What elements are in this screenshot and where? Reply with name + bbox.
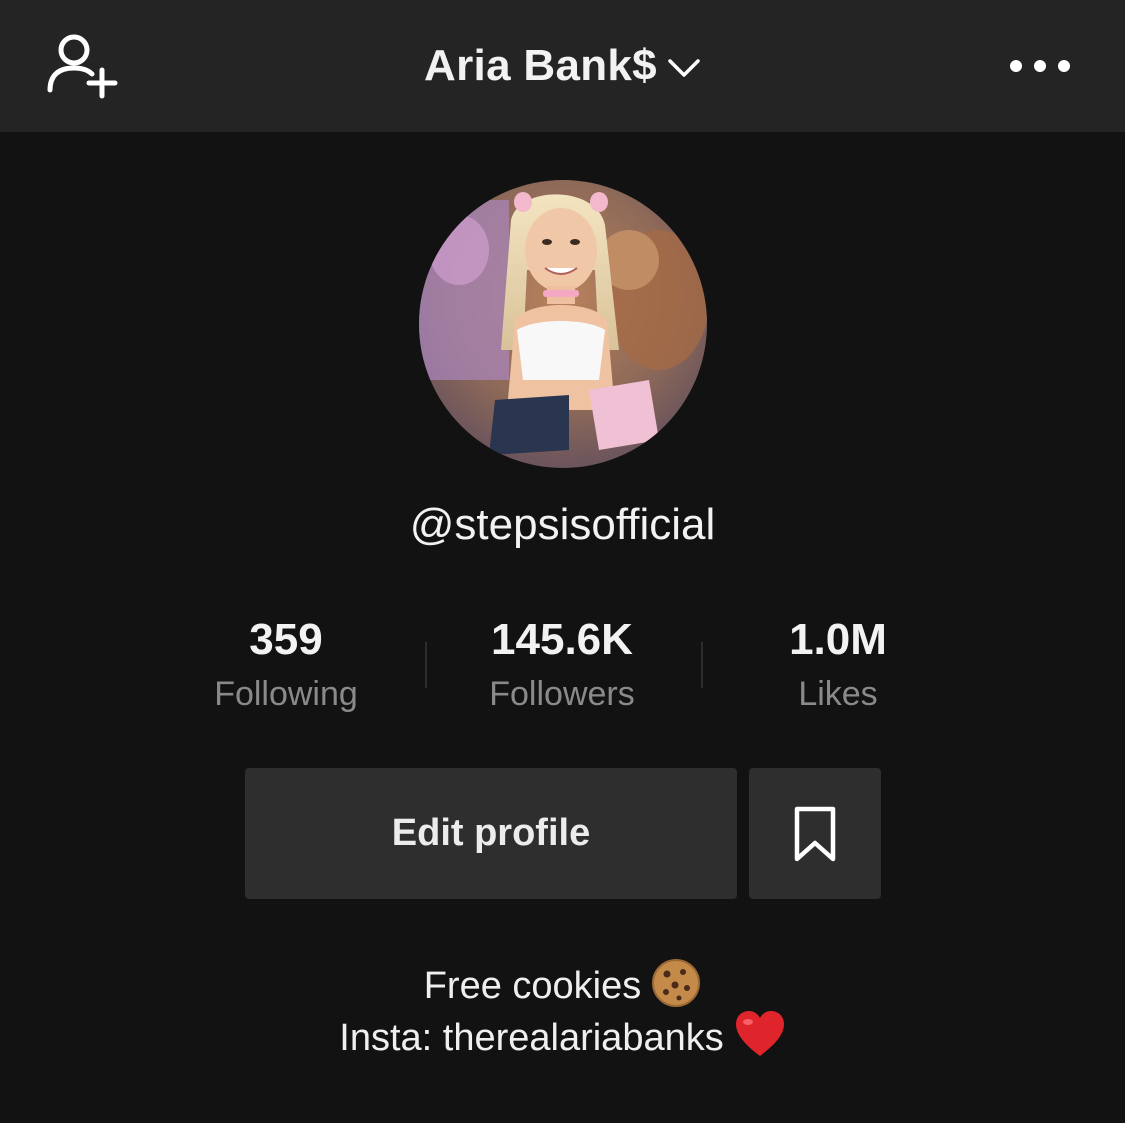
account-title[interactable]: Aria Bank$: [424, 41, 657, 91]
bookmark-icon: [794, 806, 836, 861]
favorites-button[interactable]: [749, 768, 881, 899]
stat-following-value: 359: [249, 615, 323, 664]
bio-text: Insta: therealariabanks: [339, 1017, 724, 1060]
stat-divider: [701, 642, 703, 688]
profile-avatar[interactable]: [419, 180, 707, 468]
edit-profile-label: Edit profile: [391, 812, 591, 854]
chevron-down-icon[interactable]: [667, 56, 701, 80]
bio-line: Free cookies: [0, 958, 1125, 1018]
stat-followers[interactable]: 145.6K Followers: [442, 612, 682, 722]
cookie-emoji: [651, 958, 701, 1018]
stat-likes-label: Likes: [798, 675, 878, 713]
edit-profile-button[interactable]: Edit profile: [245, 768, 737, 899]
stat-followers-value: 145.6K: [491, 615, 633, 664]
account-switcher[interactable]: Aria Bank$: [0, 36, 1125, 96]
stat-likes[interactable]: 1.0M Likes: [718, 612, 958, 722]
red-heart-emoji: [734, 1010, 786, 1070]
stat-following-label: Following: [214, 675, 358, 713]
stat-likes-value: 1.0M: [789, 615, 887, 664]
stat-following[interactable]: 359 Following: [166, 612, 406, 722]
stat-followers-label: Followers: [489, 675, 635, 713]
top-bar: Aria Bank$: [0, 0, 1125, 132]
username-handle: @stepsisofficial: [409, 500, 716, 549]
more-icon[interactable]: [1004, 52, 1076, 80]
bio-text: Free cookies: [423, 965, 642, 1008]
bio-line: Insta: therealariabanks: [0, 1010, 1125, 1070]
stat-divider: [425, 642, 427, 688]
